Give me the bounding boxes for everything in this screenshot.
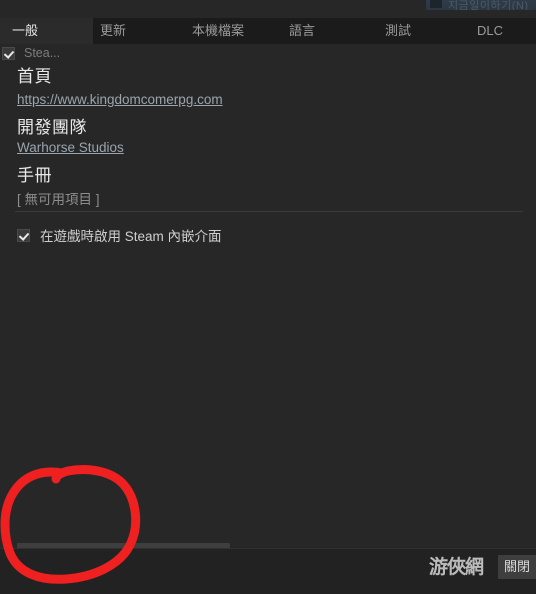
general-tab-panel: Stea... 首頁 https://www.kingdomcomerpg.co… xyxy=(0,44,536,568)
title-strip: 지금일이하기(N) xyxy=(0,0,536,18)
cropped-button-icon xyxy=(430,0,442,8)
steam-overlay-checkbox-row[interactable]: 在遊戲時啟用 Steam 內嵌介面 xyxy=(17,225,222,245)
tab-bar: 一般 更新 本機檔案 語言 測試 DLC xyxy=(0,18,536,45)
checkmark-icon[interactable] xyxy=(17,228,30,242)
tab-dlc-label: DLC xyxy=(477,23,504,38)
tab-dlc[interactable]: DLC xyxy=(477,18,503,44)
manual-heading: 手冊 xyxy=(17,166,52,185)
tab-updates[interactable]: 更新 xyxy=(100,18,126,44)
tab-general-label: 一般 xyxy=(12,23,39,38)
home-page-heading: 首頁 xyxy=(17,67,52,86)
tab-local-files-label: 本機檔案 xyxy=(192,23,245,38)
checkmark-icon[interactable] xyxy=(2,46,15,60)
section-divider xyxy=(15,211,523,212)
tab-language-label: 語言 xyxy=(289,23,316,38)
close-button[interactable]: 關閉 xyxy=(498,555,536,579)
tab-betas[interactable]: 測試 xyxy=(385,18,411,44)
cropped-top-button[interactable]: 지금일이하기(N) xyxy=(426,0,536,10)
tab-local-files[interactable]: 本機檔案 xyxy=(192,18,244,44)
site-watermark: 游俠網 xyxy=(428,556,484,578)
developer-link[interactable]: Warhorse Studios xyxy=(17,140,124,155)
manual-empty-value: [ 無可用項目 ] xyxy=(17,192,100,207)
tab-general[interactable]: 一般 xyxy=(0,18,93,44)
tab-updates-label: 更新 xyxy=(100,23,127,38)
steam-cloud-checkbox-label: Stea... xyxy=(24,46,61,60)
tab-language[interactable]: 語言 xyxy=(289,18,315,44)
steam-overlay-checkbox-label: 在遊戲時啟用 Steam 內嵌介面 xyxy=(40,229,222,244)
developer-heading: 開發團隊 xyxy=(17,118,87,137)
cropped-button-label: 지금일이하기(N) xyxy=(448,0,529,10)
steam-cloud-checkbox-row[interactable]: Stea... xyxy=(0,44,60,62)
home-page-link[interactable]: https://www.kingdomcomerpg.com xyxy=(17,92,223,107)
tab-betas-label: 測試 xyxy=(385,23,412,38)
